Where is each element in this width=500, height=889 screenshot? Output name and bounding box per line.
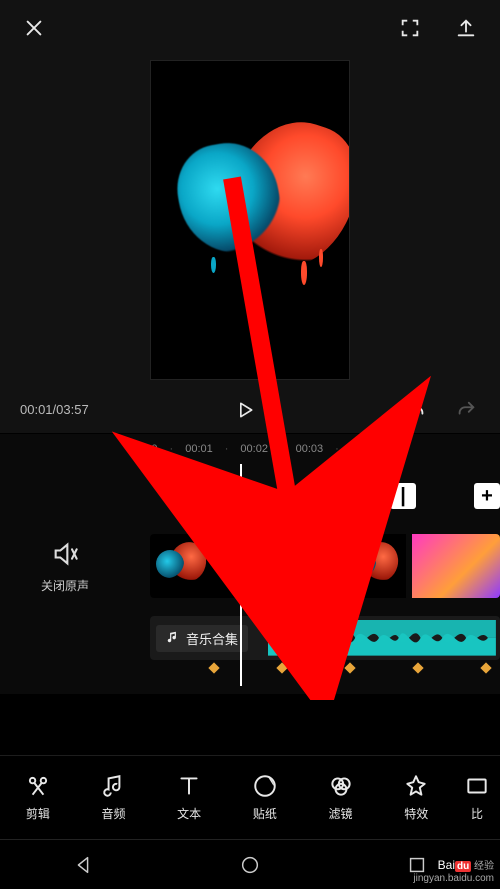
fullscreen-icon[interactable] — [396, 14, 424, 42]
redo-icon — [452, 396, 480, 424]
keyframe-marker[interactable] — [344, 662, 355, 673]
video-preview[interactable] — [150, 60, 350, 380]
tool-edit[interactable]: 剪辑 — [0, 756, 76, 839]
tool-sticker[interactable]: 贴纸 — [227, 756, 303, 839]
ruler-tick: 00:00 — [130, 443, 158, 455]
ruler-tick: 00:03 — [296, 443, 324, 455]
ruler-tick: 00:01 — [185, 443, 213, 455]
playhead[interactable] — [240, 464, 242, 686]
undo-icon[interactable] — [402, 396, 430, 424]
watermark: Baidu 经验 jingyan.baidu.com — [413, 859, 494, 885]
video-track[interactable] — [150, 534, 500, 598]
timeline[interactable]: 关闭原声 | + 音乐合集 — [0, 464, 500, 694]
export-icon[interactable] — [452, 14, 480, 42]
transition-button-collapse[interactable]: | — [390, 483, 416, 509]
transition-button-add[interactable]: + — [474, 483, 500, 509]
time-display: 00:01/03:57 — [20, 402, 89, 417]
nav-back-icon[interactable] — [69, 851, 97, 879]
bottom-toolbar: 剪辑 音频 文本 贴纸 滤镜 特效 比 — [0, 755, 500, 839]
nav-home-icon[interactable] — [236, 851, 264, 879]
keyframe-row — [150, 664, 500, 678]
mute-icon[interactable] — [51, 540, 79, 571]
tool-audio[interactable]: 音频 — [76, 756, 152, 839]
system-navbar: Baidu 经验 jingyan.baidu.com — [0, 839, 500, 889]
timeline-ruler[interactable]: 00:00 · 00:01 · 00:02 · 00:03 · — [0, 434, 500, 464]
keyframe-marker[interactable] — [208, 662, 219, 673]
keyframe-marker[interactable] — [480, 662, 491, 673]
keyframe-marker[interactable] — [412, 662, 423, 673]
video-clip-1[interactable] — [150, 534, 406, 598]
audio-waveform — [268, 620, 496, 656]
audio-clip-label[interactable]: 音乐合集 — [156, 625, 248, 652]
tool-filter[interactable]: 滤镜 — [303, 756, 379, 839]
music-note-icon — [166, 630, 180, 647]
close-icon[interactable] — [20, 14, 48, 42]
audio-track[interactable]: 音乐合集 — [150, 616, 500, 660]
preview-area — [0, 56, 500, 386]
tool-ratio[interactable]: 比 — [454, 756, 500, 839]
keyframe-marker[interactable] — [276, 662, 287, 673]
tool-text[interactable]: 文本 — [151, 756, 227, 839]
play-icon[interactable] — [231, 396, 259, 424]
video-clip-2[interactable] — [412, 534, 500, 598]
tool-effect[interactable]: 特效 — [378, 756, 454, 839]
mute-label: 关闭原声 — [41, 577, 89, 594]
ruler-tick: 00:02 — [240, 443, 268, 455]
